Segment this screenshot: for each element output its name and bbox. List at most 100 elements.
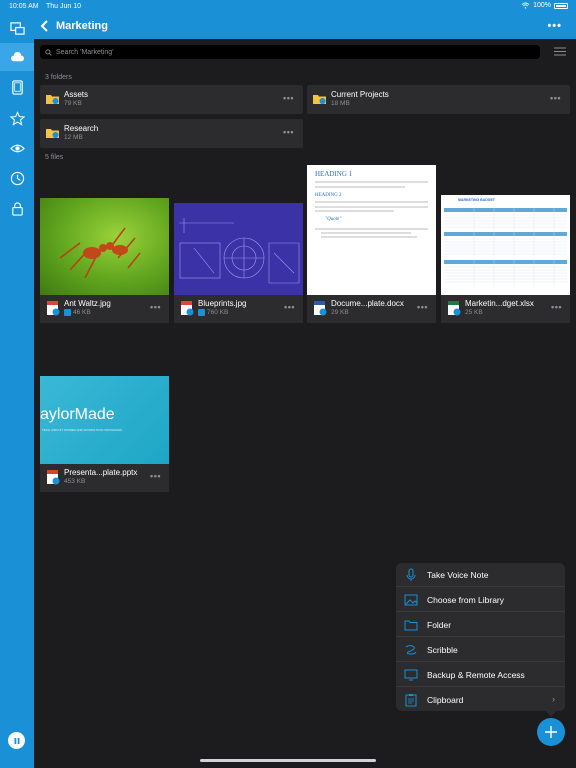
- pause-button[interactable]: [8, 732, 25, 749]
- back-chevron-icon[interactable]: [40, 20, 50, 32]
- folder-more-button[interactable]: •••: [283, 127, 294, 137]
- more-options-button[interactable]: •••: [547, 20, 562, 32]
- file-info: Marketin...dget.xlsx 25 KB •••: [441, 295, 570, 323]
- folder-item[interactable]: Current Projects 18 MB •••: [307, 85, 570, 114]
- favorite-badge-icon: [198, 309, 205, 316]
- search-icon: [45, 48, 52, 56]
- favorite-badge-icon: [64, 309, 71, 316]
- menu-item-label: Scribble: [427, 645, 458, 655]
- image-thumbnail: [40, 198, 169, 295]
- doc-text-line: [315, 206, 428, 208]
- battery-icon: [554, 2, 568, 9]
- sidebar-item-favorites[interactable]: [0, 104, 34, 132]
- menu-item-label: Backup & Remote Access: [427, 670, 525, 680]
- file-more-button[interactable]: •••: [150, 302, 161, 312]
- file-card[interactable]: HEADING 1 HEADING 2 "Quote" Docume...pla…: [307, 165, 436, 323]
- scribble-icon: [405, 645, 417, 655]
- app-root: 10:05 AM Thu Jun 10 100% Marketing ••• S…: [0, 0, 576, 768]
- sidebar-item-vault[interactable]: [0, 194, 34, 222]
- files-count-label: 5 files: [45, 154, 64, 161]
- menu-item-label: Choose from Library: [427, 595, 505, 605]
- tablet-icon: [11, 79, 23, 95]
- folder-size: 79 KB: [64, 100, 82, 107]
- menu-item-library[interactable]: Choose from Library: [396, 588, 565, 612]
- folder-name: Current Projects: [331, 90, 389, 99]
- folder-cloud-icon: [46, 95, 59, 104]
- battery-percent: 100%: [533, 2, 551, 9]
- wifi-icon: [521, 2, 530, 9]
- page-title: Marketing: [56, 20, 108, 32]
- menu-item-label: Take Voice Note: [427, 570, 489, 580]
- sidebar-item-recents[interactable]: [0, 164, 34, 192]
- file-more-button[interactable]: •••: [551, 302, 562, 312]
- pptx-subtitle: TECH CIRCUIT WOMEN AND WOODSTOCK PROGRAM…: [42, 428, 122, 432]
- home-indicator: [200, 759, 376, 762]
- file-size: 29 KB: [331, 309, 349, 316]
- presentation-thumbnail: aylorMade TECH CIRCUIT WOMEN AND WOODSTO…: [40, 376, 169, 464]
- file-size-row: 46 KB: [64, 309, 91, 316]
- add-button[interactable]: [537, 718, 565, 746]
- file-size: 760 KB: [207, 309, 229, 316]
- clock-icon: [10, 171, 24, 185]
- document-thumbnail: HEADING 1 HEADING 2 "Quote": [307, 165, 436, 295]
- file-size: 453 KB: [64, 478, 86, 485]
- file-card[interactable]: aylorMade TECH CIRCUIT WOMEN AND WOODSTO…: [40, 376, 169, 492]
- doc-heading-1: HEADING 1: [315, 170, 353, 178]
- file-size-row: 29 KB: [331, 309, 349, 316]
- search-input[interactable]: Search 'Marketing': [40, 45, 540, 59]
- doc-text-line: [315, 210, 395, 212]
- menu-item-label: Clipboard: [427, 695, 464, 705]
- file-size: 46 KB: [73, 309, 91, 316]
- spreadsheet-grid: [444, 208, 567, 287]
- eye-icon: [9, 144, 25, 152]
- sidebar-item-watched[interactable]: [0, 134, 34, 162]
- menu-item-folder[interactable]: Folder: [396, 613, 565, 637]
- list-view-icon[interactable]: [554, 47, 566, 56]
- folder-item[interactable]: Assets 79 KB •••: [40, 85, 303, 114]
- file-more-button[interactable]: •••: [417, 302, 428, 312]
- file-info: Ant Waltz.jpg 46 KB •••: [40, 295, 169, 323]
- computer-connect-icon: [9, 21, 25, 35]
- doc-quote: "Quote": [325, 217, 342, 222]
- status-date: Thu Jun 10: [46, 3, 82, 10]
- status-right: 100%: [521, 2, 568, 9]
- spreadsheet-thumbnail: MARKETING BUDGET: [441, 195, 570, 295]
- image-file-icon: [181, 301, 194, 316]
- menu-item-label: Folder: [427, 620, 452, 630]
- sidebar-item-cloud[interactable]: [0, 43, 34, 71]
- pptx-title: aylorMade: [40, 406, 115, 423]
- pause-icon: [14, 737, 19, 744]
- file-more-button[interactable]: •••: [150, 471, 161, 481]
- folder-item[interactable]: Research 12 MB •••: [40, 119, 303, 148]
- folder-icon: [404, 620, 418, 631]
- file-info: Presenta...plate.pptx 453 KB •••: [40, 464, 169, 492]
- file-more-button[interactable]: •••: [284, 302, 295, 312]
- file-size-row: 760 KB: [198, 309, 228, 316]
- sidebar-item-connect[interactable]: [0, 14, 34, 42]
- file-info: Blueprints.jpg 760 KB •••: [174, 295, 303, 323]
- file-card[interactable]: Blueprints.jpg 760 KB •••: [174, 198, 303, 323]
- file-card[interactable]: MARKETING BUDGET Marketin...dget.xlsx 25…: [441, 195, 570, 323]
- menu-item-backup[interactable]: Backup & Remote Access: [396, 663, 565, 687]
- folder-more-button[interactable]: •••: [550, 93, 561, 103]
- doc-heading-2: HEADING 2: [315, 193, 342, 198]
- folder-more-button[interactable]: •••: [283, 93, 294, 103]
- file-name: Marketin...dget.xlsx: [465, 299, 534, 308]
- doc-text-line: [315, 201, 428, 203]
- image-thumbnail: [174, 203, 303, 295]
- menu-item-clipboard[interactable]: Clipboard ›: [396, 688, 565, 711]
- word-file-icon: [314, 301, 327, 316]
- file-card[interactable]: Ant Waltz.jpg 46 KB •••: [40, 198, 169, 323]
- folder-size: 18 MB: [331, 100, 350, 107]
- folder-cloud-icon: [46, 129, 59, 138]
- folder-cloud-icon: [313, 95, 326, 104]
- sidebar-item-device[interactable]: [0, 73, 34, 101]
- menu-item-scribble[interactable]: Scribble: [396, 638, 565, 662]
- powerpoint-file-icon: [47, 470, 60, 485]
- image-file-icon: [47, 301, 60, 316]
- file-name: Blueprints.jpg: [198, 299, 247, 308]
- star-icon: [9, 110, 25, 126]
- menu-item-voice-note[interactable]: Take Voice Note: [396, 563, 565, 587]
- folder-name: Assets: [64, 90, 89, 99]
- plus-icon: [545, 726, 557, 738]
